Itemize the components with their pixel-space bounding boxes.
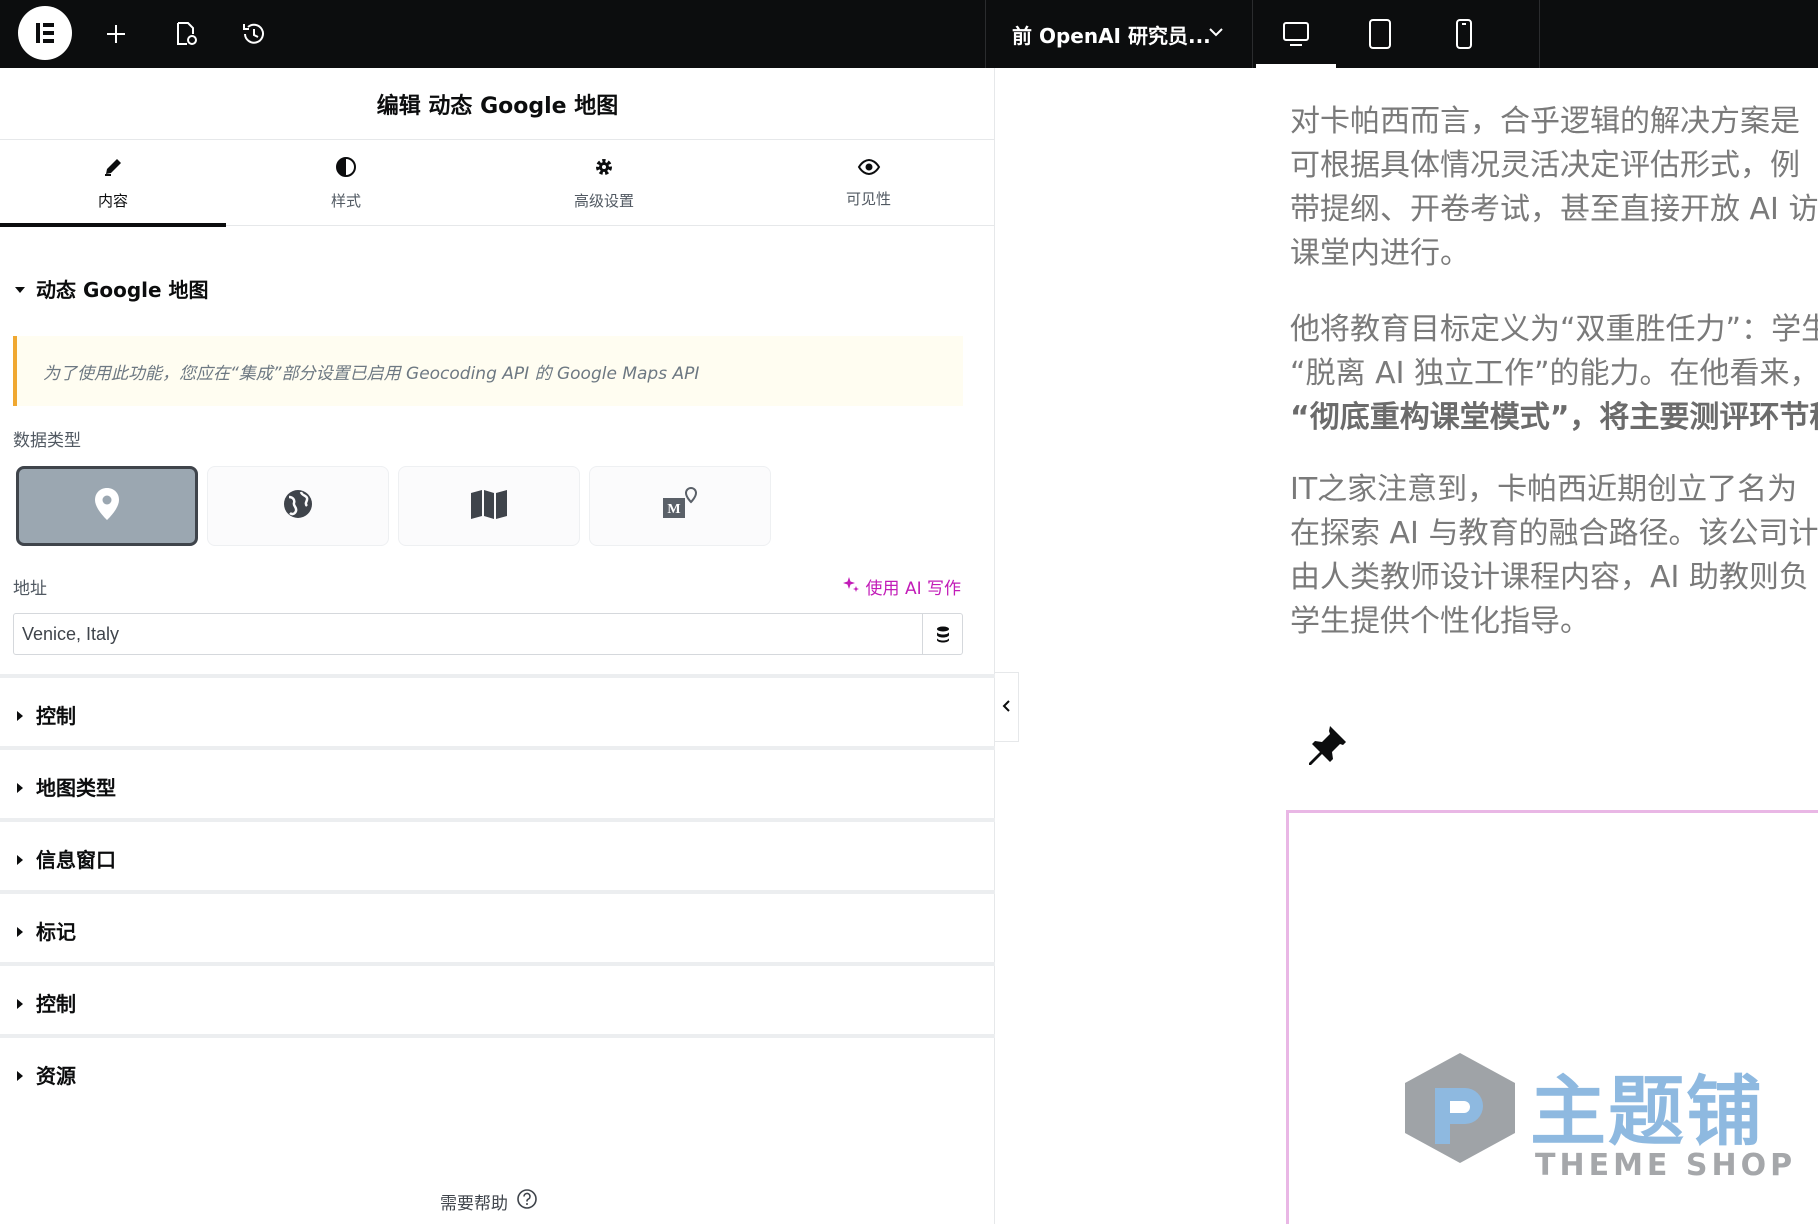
globe-icon [281,487,315,525]
section-header: 地图类型 [14,772,116,801]
add-element-icon[interactable] [96,14,136,54]
watermark-main: 主题铺 [1530,1067,1764,1156]
collapse-panel-button[interactable] [995,672,1019,742]
text-line: 课堂内进行。 [1290,236,1470,271]
article-paragraph: 对卡帕西而言，合乎逻辑的解决方案是 可根据具体情况灵活决定评估形式，例 带提纲、… [1290,100,1818,276]
section-label: 资源 [36,1064,76,1088]
chevron-left-icon [1002,698,1012,717]
data-type-label: 数据类型 [13,431,81,451]
tab-label: 可见性 [845,189,891,208]
tab-label: 样式 [330,191,361,210]
caret-right-icon [14,775,26,799]
text-line: IT之家注意到，卡帕西近期创立了名为 [1290,472,1798,507]
page-settings-icon[interactable] [166,14,206,54]
section-dynamic-google-map[interactable]: 动态 Google 地图 [14,274,209,303]
tab-advanced[interactable]: 高级设置 [466,140,742,226]
desktop-icon[interactable] [1254,0,1338,68]
watermark-logo-icon [1395,1043,1525,1177]
article-paragraph: IT之家注意到，卡帕西近期创立了名为 在探索 AI 与教育的融合路径。该公司计 … [1290,468,1818,644]
section-info-window[interactable]: 信息窗口 [0,818,995,888]
text-line: 在探索 AI 与教育的融合路径。该公司计 [1290,516,1818,551]
section-label: 控制 [36,992,76,1016]
text-line: 对卡帕西而言，合乎逻辑的解决方案是 [1290,104,1800,139]
caret-right-icon [14,703,26,727]
section-header: 信息窗口 [14,844,116,873]
text-line: 可根据具体情况灵活决定评估形式，例 [1290,148,1800,183]
chevron-down-icon [1206,22,1226,47]
section-label: 地图类型 [36,776,116,800]
map-icon [469,488,509,524]
tab-visibility[interactable]: 可见性 [742,140,995,226]
tab-label: 高级设置 [573,191,634,210]
section-label: 信息窗口 [36,848,116,872]
section-resources[interactable]: 资源 [0,1034,995,1104]
text-line-bold: “彻底重构课堂模式”，将主要测评环节移 [1290,400,1818,435]
document-title: 前 OpenAI 研究员... [1012,23,1211,48]
section-title: 动态 Google 地图 [36,278,209,302]
gear-icon [593,156,615,182]
section-map-type[interactable]: 地图类型 [0,746,995,816]
device-switcher [1254,0,1540,68]
help-label: 需要帮助 [440,1194,508,1214]
data-type-map[interactable] [398,466,580,546]
section-header: 标记 [14,916,76,945]
text-line: 学生提供个性化指导。 [1290,604,1590,639]
help-link[interactable]: 需要帮助 [440,1188,538,1215]
section-label: 控制 [36,704,76,728]
ai-write-button[interactable]: 使用 AI 写作 [842,574,961,599]
tab-style[interactable]: 样式 [226,140,466,226]
section-label: 标记 [36,920,76,944]
section-controls[interactable]: 控制 [0,674,995,744]
eye-icon [857,158,881,180]
data-type-coordinates[interactable] [207,466,389,546]
elementor-logo-icon[interactable] [18,6,72,60]
section-header: 控制 [14,700,76,729]
data-type-address[interactable] [16,466,198,546]
ai-write-label: 使用 AI 写作 [865,579,961,599]
tab-content[interactable]: 内容 [0,140,226,227]
mobile-icon[interactable] [1422,0,1506,68]
text-line: 带提纲、开卷考试，甚至直接开放 AI 访 [1290,192,1818,227]
sparkle-icon [842,575,860,598]
address-input[interactable] [14,614,922,654]
api-notice: 为了使用此功能，您应在“集成”部分设置已启用 Geocoding API 的 G… [13,336,963,406]
location-pin-icon [92,486,122,526]
history-icon[interactable] [234,14,274,54]
text-line: 他将教育目标定义为“双重胜任力”：学生 [1290,312,1818,347]
tablet-icon[interactable] [1338,0,1422,68]
half-circle-icon [335,156,357,182]
section-header: 资源 [14,1060,76,1089]
editor-panel: 编辑 动态 Google 地图 内容 样式 高级设置 可见性 动态 Google… [0,68,995,1224]
caret-right-icon [14,991,26,1015]
data-type-marker[interactable]: M [589,466,771,546]
text-line: 由人类教师设计课程内容，AI 助教则负 [1290,560,1809,595]
svg-text:M: M [667,502,680,517]
caret-right-icon [14,919,26,943]
caret-down-icon [14,277,26,301]
section-controls-2[interactable]: 控制 [0,962,995,1032]
panel-title: 编辑 动态 Google 地图 [0,68,995,140]
dynamic-tags-icon[interactable] [922,614,962,654]
pencil-icon [102,156,124,182]
article-paragraph: 他将教育目标定义为“双重胜任力”：学生 “脱离 AI 独立工作”的能力。在他看来… [1290,308,1818,440]
question-icon [516,1188,538,1215]
caret-right-icon [14,1063,26,1087]
pushpin-icon [1305,723,1349,771]
address-label: 地址 [13,579,47,599]
section-marker[interactable]: 标记 [0,890,995,960]
top-bar: 前 OpenAI 研究员... [0,0,1818,68]
address-field [13,613,963,655]
document-selector[interactable]: 前 OpenAI 研究员... [985,0,1253,68]
section-header: 控制 [14,988,76,1017]
watermark-sub: THEME SHOP [1535,1148,1797,1183]
caret-right-icon [14,847,26,871]
text-line: “脱离 AI 独立工作”的能力。在他看来， [1290,356,1818,391]
tab-label: 内容 [97,191,128,210]
panel-tabs: 内容 样式 高级设置 可见性 [0,140,995,227]
marker-icon: M [660,486,700,526]
